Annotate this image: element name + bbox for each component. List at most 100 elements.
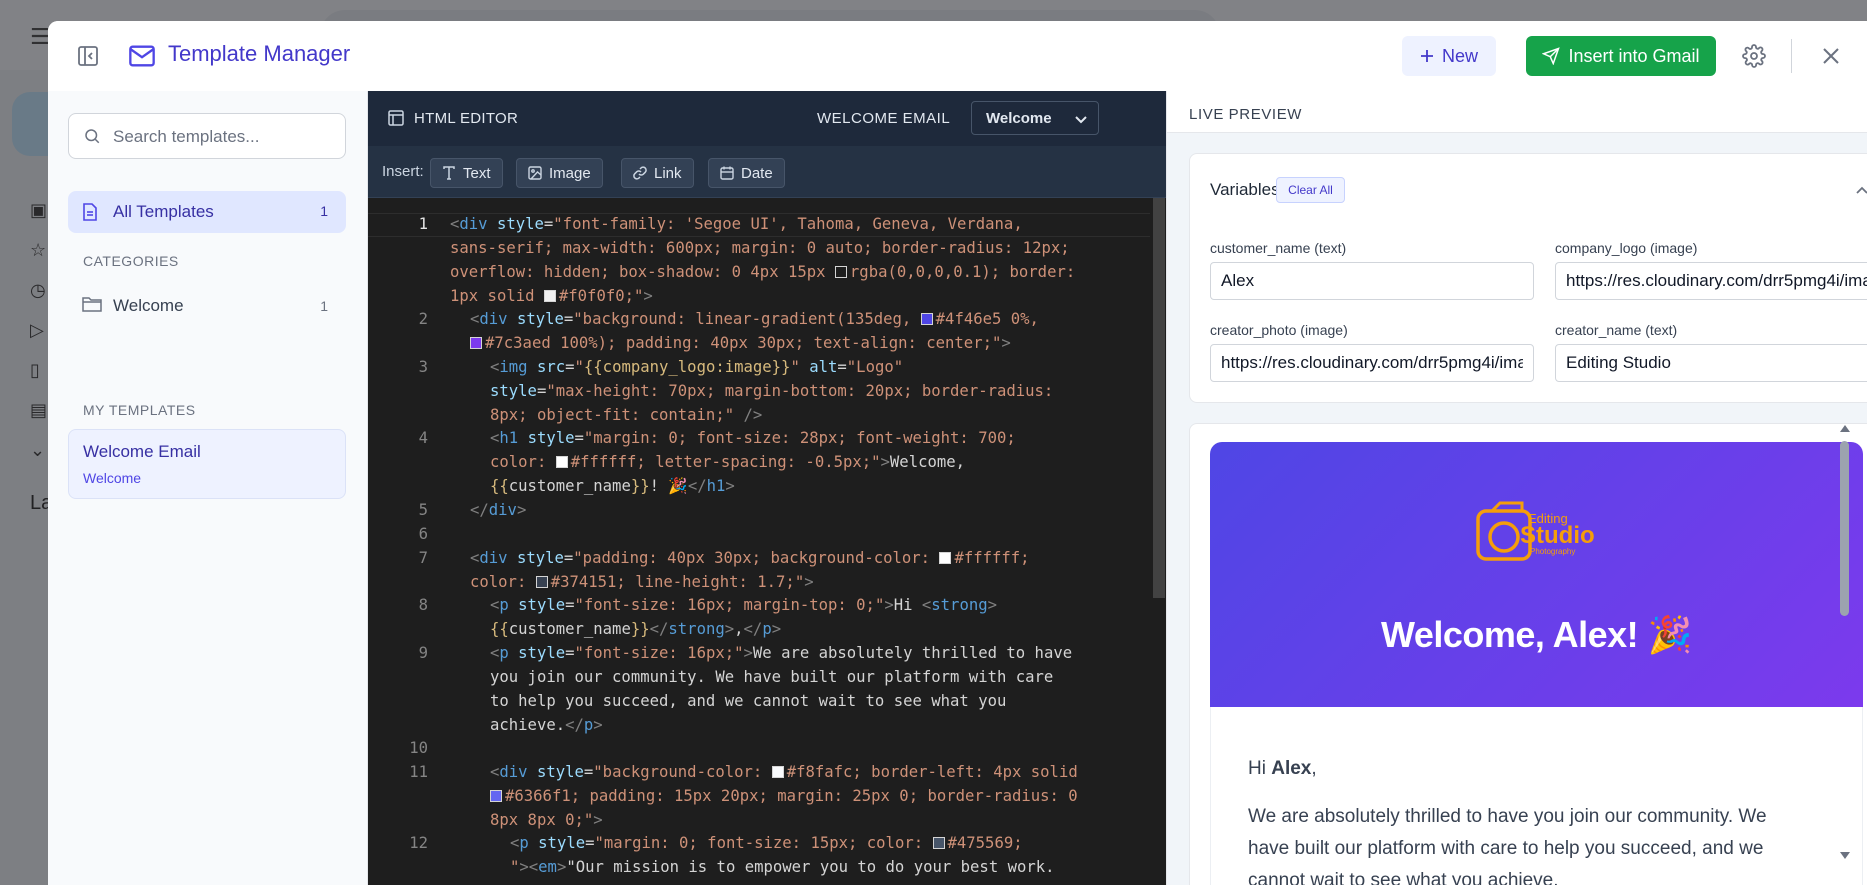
- category-select-value: Welcome: [986, 110, 1052, 127]
- search-box: [68, 113, 346, 159]
- code-line: color: #374151; line-height: 1.7;">: [470, 573, 814, 591]
- clear-all-button[interactable]: Clear All: [1276, 177, 1345, 203]
- chevron-up-icon[interactable]: [1854, 182, 1867, 198]
- code-line: {{customer_name}}! 🎉</h1>: [490, 477, 735, 495]
- code-line: <p style="margin: 0; font-size: 15px; co…: [510, 834, 1023, 852]
- email-greeting: Hi Alex,: [1248, 758, 1317, 780]
- insert-image-label: Image: [549, 164, 591, 182]
- line-number: 1: [418, 215, 428, 233]
- logo-text-sub: Photography: [1530, 547, 1575, 556]
- greeting-name: Alex: [1271, 758, 1312, 779]
- insert-link-label: Link: [654, 164, 682, 182]
- logo-text-main: Studio: [1520, 522, 1595, 549]
- line-number: 6: [418, 525, 428, 543]
- send-icon: [1542, 47, 1561, 65]
- line-number: 5: [418, 501, 428, 519]
- customer-name-input[interactable]: [1210, 262, 1534, 300]
- insert-date-button[interactable]: Date: [708, 158, 785, 188]
- new-template-button[interactable]: New: [1402, 36, 1496, 76]
- search-icon: [85, 129, 100, 144]
- gear-icon[interactable]: [1742, 44, 1766, 68]
- insert-link-button[interactable]: Link: [621, 158, 694, 188]
- modal-header: Template Manager New Insert into Gmail: [48, 21, 1867, 91]
- line-number: 12: [409, 834, 428, 852]
- code-line: "><em>"Our mission is to empower you to …: [510, 858, 1055, 876]
- search-input[interactable]: [113, 124, 333, 150]
- preview-title: LIVE PREVIEW: [1189, 106, 1303, 123]
- line-number: 4: [418, 429, 428, 447]
- categories-heading: CATEGORIES: [83, 253, 179, 269]
- calendar-icon: [720, 166, 734, 180]
- all-templates-label: All Templates: [113, 202, 214, 221]
- code-line: 1px solid #f0f0f0;">: [450, 287, 653, 305]
- insert-text-button[interactable]: Text: [430, 158, 503, 188]
- code-line: {{customer_name}}</strong>,</p>: [490, 620, 782, 638]
- insert-label: Insert:: [382, 163, 424, 180]
- template-item-welcome-email[interactable]: Welcome Email Welcome: [68, 429, 346, 499]
- email-body: Hi Alex, We are absolutely thrilled to h…: [1210, 707, 1863, 885]
- line-number: 3: [418, 358, 428, 376]
- greeting-suffix: ,: [1311, 758, 1317, 779]
- line-number: 8: [418, 596, 428, 614]
- preview-scrollbar[interactable]: [1838, 421, 1852, 865]
- preview-header: LIVE PREVIEW: [1167, 91, 1867, 133]
- code-line: color: #ffffff; letter-spacing: -0.5px;"…: [490, 453, 966, 471]
- template-category: Welcome: [83, 470, 142, 486]
- greeting-prefix: Hi: [1248, 758, 1272, 779]
- code-line: sans-serif; max-width: 600px; margin: 0 …: [450, 239, 1070, 257]
- live-preview-panel: LIVE PREVIEW Variables Clear All custome…: [1166, 91, 1867, 885]
- preview-scrollbar-thumb[interactable]: [1840, 441, 1849, 616]
- editor-scrollbar[interactable]: [1152, 198, 1166, 885]
- code-line: </div>: [470, 501, 527, 519]
- email-heading: Welcome, Alex! 🎉: [1381, 614, 1692, 655]
- email-hero-banner: Editing Studio Photography Welcome, Alex…: [1210, 442, 1863, 707]
- my-templates-heading: MY TEMPLATES: [83, 402, 196, 418]
- category-item-welcome[interactable]: Welcome 1: [68, 286, 346, 324]
- plus-icon: [1420, 50, 1433, 62]
- creator-photo-input[interactable]: [1210, 344, 1534, 382]
- creator-name-input[interactable]: [1555, 344, 1867, 382]
- variable-label: company_logo (image): [1555, 240, 1698, 256]
- code-line: achieve.</p>: [490, 716, 603, 734]
- line-number: 2: [418, 310, 428, 328]
- insert-image-button[interactable]: Image: [516, 158, 603, 188]
- header-divider: [1791, 39, 1792, 73]
- scroll-up-arrow[interactable]: [1840, 425, 1850, 432]
- insert-date-label: Date: [741, 164, 773, 182]
- mail-icon: [129, 45, 155, 67]
- line-number: 9: [418, 644, 428, 662]
- layout-icon: [388, 110, 404, 126]
- image-icon: [528, 166, 542, 180]
- editor-scrollbar-thumb[interactable]: [1153, 198, 1165, 598]
- code-line: <div style="background: linear-gradient(…: [470, 310, 1039, 328]
- variables-title: Variables: [1210, 180, 1280, 199]
- company-logo: Editing Studio Photography: [1476, 501, 1595, 561]
- category-select[interactable]: Welcome: [971, 101, 1099, 135]
- code-line: <p style="font-size: 16px;">We are absol…: [490, 644, 1073, 662]
- code-line: overflow: hidden; box-shadow: 0 4px 15px…: [450, 263, 1076, 281]
- company-logo-input[interactable]: [1555, 262, 1867, 300]
- link-icon: [633, 166, 647, 180]
- new-button-label: New: [1441, 45, 1478, 66]
- code-line: <h1 style="margin: 0; font-size: 28px; f…: [490, 429, 1016, 447]
- category-label: Welcome: [113, 296, 184, 315]
- insert-text-label: Text: [463, 164, 491, 182]
- close-icon[interactable]: [1819, 44, 1843, 68]
- scroll-down-arrow[interactable]: [1840, 852, 1850, 859]
- category-count: 1: [320, 298, 328, 314]
- template-sidebar: All Templates 1 CATEGORIES Welcome 1 MY …: [48, 91, 368, 885]
- code-line: you join our community. We have built ou…: [490, 668, 1054, 686]
- code-line: to help you succeed, and we cannot wait …: [490, 692, 1007, 710]
- code-editor[interactable]: 1 2 3 4 5 6 7 8 9 10 11 12 <div style="f…: [368, 198, 1150, 885]
- insert-toolbar: Insert: Text Image Link Date: [368, 146, 1166, 198]
- variables-card: Variables Clear All customer_name (text)…: [1189, 153, 1867, 403]
- insert-into-gmail-button[interactable]: Insert into Gmail: [1526, 36, 1716, 76]
- sidebar-collapse-icon[interactable]: [76, 44, 100, 68]
- code-line: 8px; object-fit: contain;" />: [490, 406, 763, 424]
- code-line: 8px 8px 0;">: [490, 811, 603, 829]
- all-templates-item[interactable]: All Templates 1: [68, 191, 346, 233]
- template-manager-modal: Template Manager New Insert into Gmail A…: [48, 21, 1867, 885]
- variable-label: customer_name (text): [1210, 240, 1347, 256]
- folder-icon: [82, 297, 102, 312]
- document-icon: [83, 203, 97, 221]
